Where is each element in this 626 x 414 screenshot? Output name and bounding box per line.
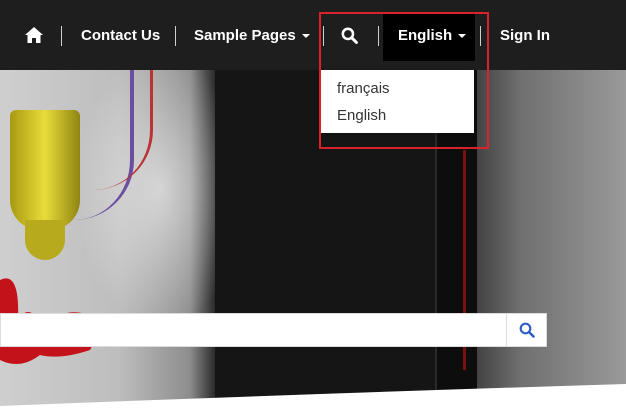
search-bar <box>0 313 547 347</box>
search-submit-icon <box>519 322 535 338</box>
highlight-box <box>319 12 489 149</box>
contact-us-link[interactable]: Contact Us <box>81 0 160 70</box>
home-link[interactable] <box>25 0 43 70</box>
top-navbar: Contact Us Sample Pages English Sign In <box>0 0 626 70</box>
hero-wire <box>90 70 153 190</box>
caret-down-icon <box>301 34 310 38</box>
hero-bottom-curve <box>0 384 626 414</box>
nav-divider <box>175 26 176 46</box>
sample-pages-menu[interactable]: Sample Pages <box>194 0 310 70</box>
search-submit-button[interactable] <box>506 314 546 346</box>
nav-divider <box>61 26 62 46</box>
search-input[interactable] <box>1 314 508 346</box>
contact-us-label: Contact Us <box>81 26 161 44</box>
sign-in-link[interactable]: Sign In <box>500 0 550 70</box>
home-icon <box>25 27 43 43</box>
hero-banner <box>0 70 626 414</box>
sample-pages-label: Sample Pages <box>194 26 296 44</box>
sign-in-label: Sign In <box>500 26 550 44</box>
hero-nozzle <box>10 110 80 230</box>
hero-nozzle-tip <box>25 220 65 260</box>
